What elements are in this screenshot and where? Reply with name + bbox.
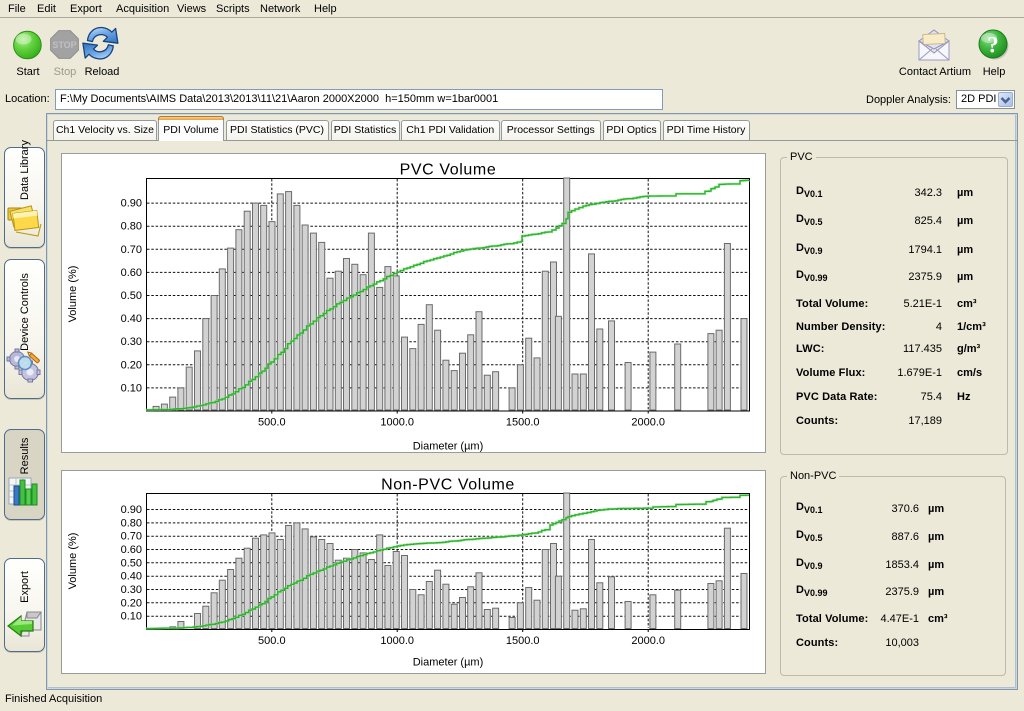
svg-text:1500.0: 1500.0 — [506, 635, 540, 647]
svg-text:0.70: 0.70 — [121, 244, 142, 256]
svg-text:2000.0: 2000.0 — [631, 417, 665, 429]
svg-text:0.10: 0.10 — [121, 611, 142, 623]
svg-text:PVC Volume: PVC Volume — [400, 162, 497, 179]
svg-text:Volume (%): Volume (%) — [67, 266, 79, 323]
svg-text:0.50: 0.50 — [121, 557, 142, 569]
svg-text:0.90: 0.90 — [121, 504, 142, 516]
svg-text:1000.0: 1000.0 — [380, 635, 414, 647]
svg-text:1000.0: 1000.0 — [380, 417, 414, 429]
svg-text:0.10: 0.10 — [121, 382, 142, 394]
svg-text:Diameter (µm): Diameter (µm) — [413, 657, 484, 669]
svg-text:0.90: 0.90 — [121, 198, 142, 210]
svg-text:0.60: 0.60 — [121, 267, 142, 279]
svg-text:0.30: 0.30 — [121, 336, 142, 348]
svg-text:Volume (%): Volume (%) — [67, 533, 79, 590]
svg-text:1500.0: 1500.0 — [506, 417, 540, 429]
svg-text:?: ? — [987, 33, 999, 58]
svg-text:Diameter (µm): Diameter (µm) — [413, 441, 484, 453]
svg-text:0.60: 0.60 — [121, 544, 142, 556]
svg-text:0.30: 0.30 — [121, 584, 142, 596]
svg-text:0.40: 0.40 — [121, 571, 142, 583]
svg-text:500.0: 500.0 — [258, 635, 286, 647]
svg-text:0.80: 0.80 — [121, 517, 142, 529]
svg-text:0.50: 0.50 — [121, 290, 142, 302]
svg-text:0.80: 0.80 — [121, 221, 142, 233]
svg-text:STOP: STOP — [52, 40, 76, 50]
svg-text:2000.0: 2000.0 — [631, 635, 665, 647]
svg-text:Non-PVC Volume: Non-PVC Volume — [381, 477, 515, 494]
svg-text:0.40: 0.40 — [121, 313, 142, 325]
svg-text:0.20: 0.20 — [121, 597, 142, 609]
svg-text:0.70: 0.70 — [121, 531, 142, 543]
svg-text:500.0: 500.0 — [258, 417, 286, 429]
svg-text:0.20: 0.20 — [121, 359, 142, 371]
